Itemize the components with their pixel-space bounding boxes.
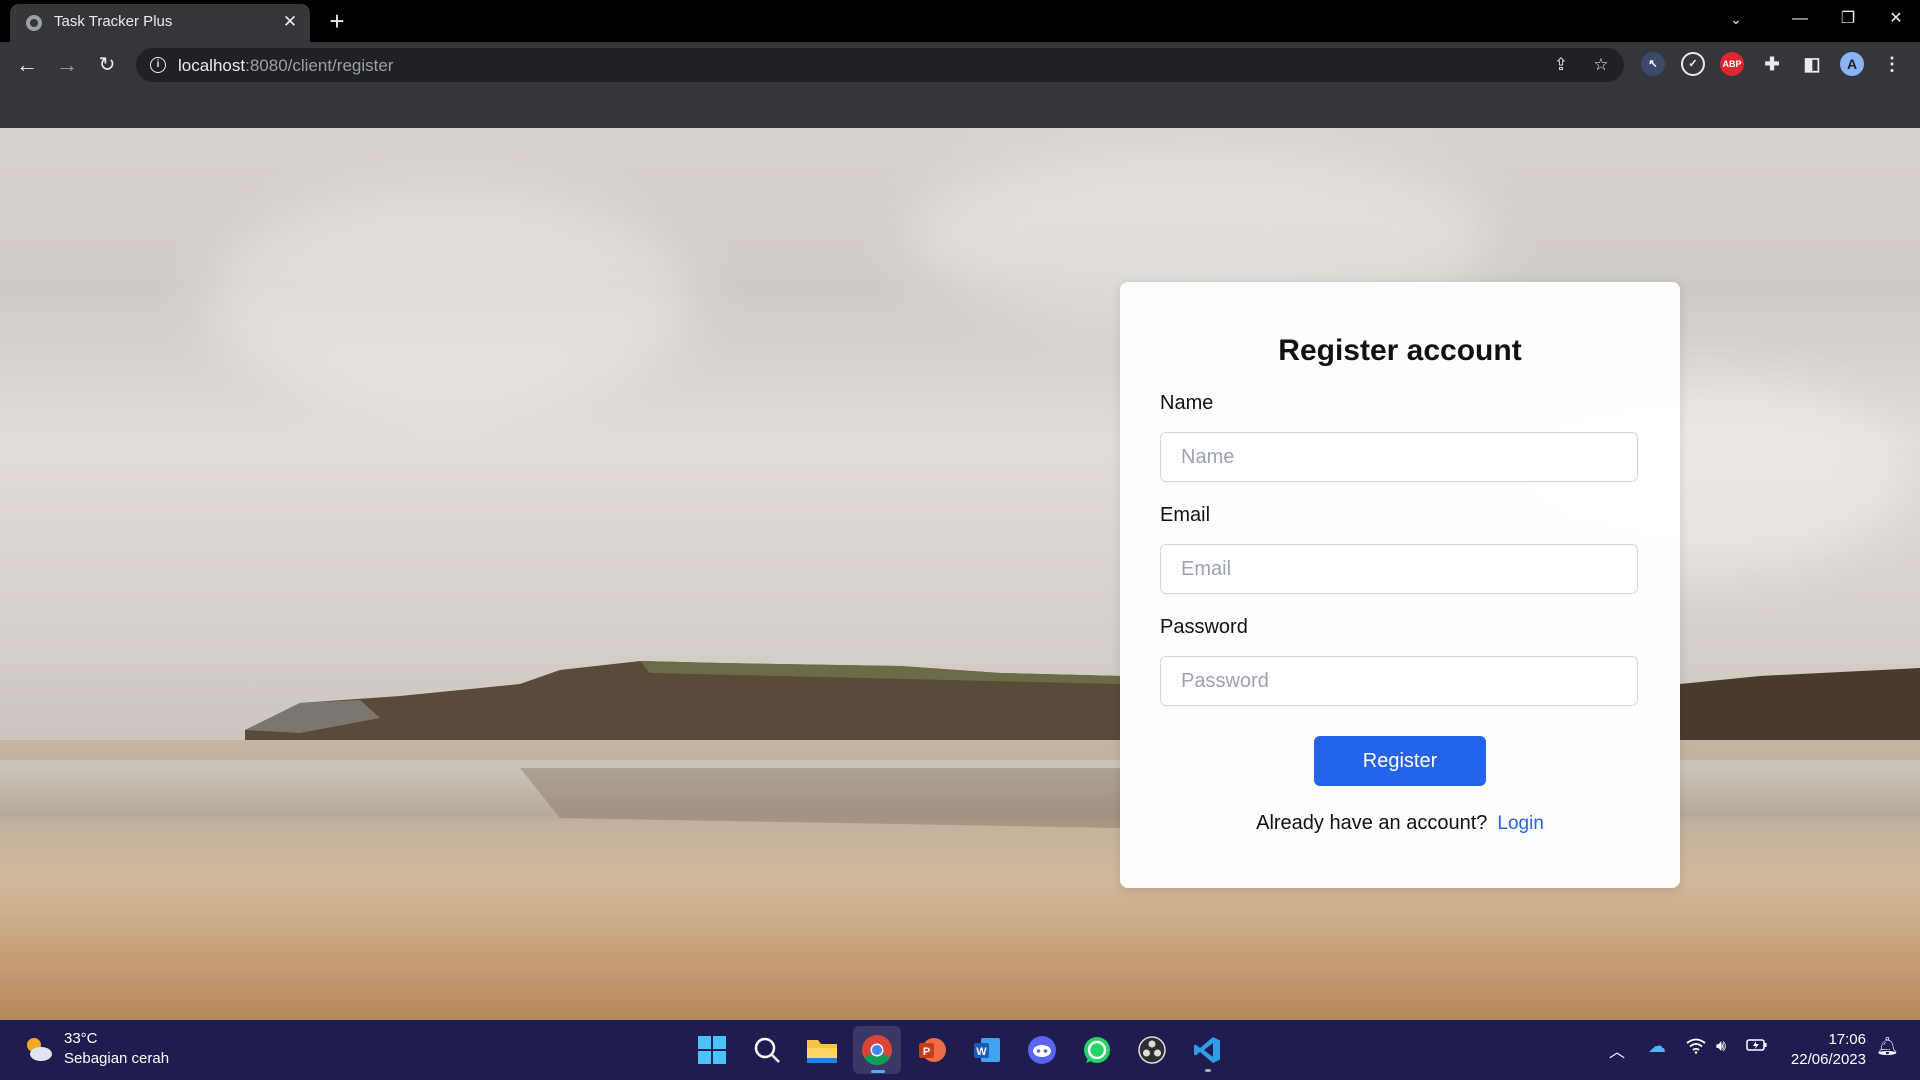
new-tab-button[interactable]: + [323,7,351,35]
svg-text:P: P [923,1046,930,1058]
name-input[interactable] [1160,432,1638,482]
clock-time: 17:06 [1828,1031,1866,1048]
word-icon[interactable]: W [963,1026,1011,1074]
back-arrow-icon[interactable]: ← [12,50,42,80]
already-have-account-text: Already have an account? [1256,812,1488,834]
browser-tab-strip: Task Tracker Plus ✕ + ⌄ — ❐ ✕ [0,0,1920,42]
email-label: Email [1160,504,1211,526]
register-button[interactable]: Register [1314,736,1486,786]
close-tab-icon[interactable]: ✕ [280,12,300,32]
obs-icon[interactable] [1128,1026,1176,1074]
powerpoint-icon[interactable]: P [908,1026,956,1074]
reload-icon[interactable]: ↻ [92,50,122,80]
name-label: Name [1160,392,1214,414]
show-hidden-icons-chevron-icon[interactable]: ︿ [1609,1038,1625,1062]
adblock-extension-icon[interactable]: ABP [1720,52,1744,76]
url-text[interactable]: localhost:8080/client/register [178,56,393,76]
profile-avatar[interactable]: A [1840,52,1864,76]
url-host: localhost [178,56,246,75]
share-icon[interactable]: ⇪ [1550,54,1572,76]
onedrive-cloud-icon[interactable]: ☁ [1648,1036,1666,1057]
grammar-extension-icon[interactable]: ✓ [1681,52,1705,76]
active-app-indicator [871,1070,885,1073]
window-controls: ⌄ — ❐ ✕ [1716,0,1920,38]
tab-title: Task Tracker Plus [54,13,173,30]
browser-toolbar: ← → ↻ i localhost:8080/client/register ⇪… [0,42,1920,88]
tab-search-icon[interactable]: ⌄ [1716,0,1756,38]
system-clock[interactable]: 17:06 22/06/2023 [1791,1030,1866,1070]
menu-kebab-icon[interactable]: ⋮ [1880,52,1904,76]
password-label: Password [1160,616,1248,638]
login-prompt: Already have an account? Login [1120,812,1680,835]
forward-arrow-icon[interactable]: → [52,50,82,80]
address-bar[interactable]: i localhost:8080/client/register ⇪ ☆ [136,48,1624,82]
browser-tab[interactable]: Task Tracker Plus ✕ [10,4,310,42]
volume-icon[interactable]: 🔊︎ [1716,1038,1726,1056]
search-icon[interactable] [743,1026,791,1074]
extensions-puzzle-icon[interactable]: ✚ [1760,52,1784,76]
site-info-icon[interactable]: i [150,57,166,73]
file-explorer-icon[interactable] [798,1026,846,1074]
login-link[interactable]: Login [1497,813,1544,834]
bookmark-bar [0,88,1920,128]
svg-text:W: W [976,1046,987,1058]
close-window-button[interactable]: ✕ [1872,0,1920,38]
bookmark-star-icon[interactable]: ☆ [1590,54,1612,76]
register-card: Register account Name Email Password Reg… [1120,282,1680,888]
running-app-indicator [1205,1069,1211,1072]
notifications-bell-icon[interactable]: 🔔︎ [1876,1036,1899,1057]
clock-date: 22/06/2023 [1790,1051,1866,1068]
wifi-icon[interactable] [1686,1038,1706,1059]
page-background: Register account Name Email Password Reg… [0,128,1920,1020]
cursor-extension-icon[interactable]: ↖ [1641,52,1665,76]
password-input[interactable] [1160,656,1638,706]
partly-sunny-icon [27,1038,52,1061]
side-panel-icon[interactable]: ◧ [1800,52,1824,76]
weather-temperature: 33°C [64,1030,98,1047]
windows-taskbar: 33°C Sebagian cerah P W ︿ ☁ 🔊︎ 17:06 22/… [0,1020,1920,1080]
discord-icon[interactable] [1018,1026,1066,1074]
whatsapp-icon[interactable] [1073,1026,1121,1074]
start-icon[interactable] [688,1026,736,1074]
email-input[interactable] [1160,544,1638,594]
vscode-icon[interactable] [1183,1026,1231,1074]
minimize-button[interactable]: — [1776,0,1824,38]
weather-description: Sebagian cerah [64,1050,170,1067]
page-title: Register account [1278,334,1522,367]
battery-charging-icon[interactable] [1746,1038,1768,1057]
chrome-icon[interactable] [853,1026,901,1074]
taskbar-apps: P W [688,1026,1238,1074]
restore-button[interactable]: ❐ [1824,0,1872,38]
url-path: :8080/client/register [245,56,394,75]
globe-icon [26,15,42,31]
